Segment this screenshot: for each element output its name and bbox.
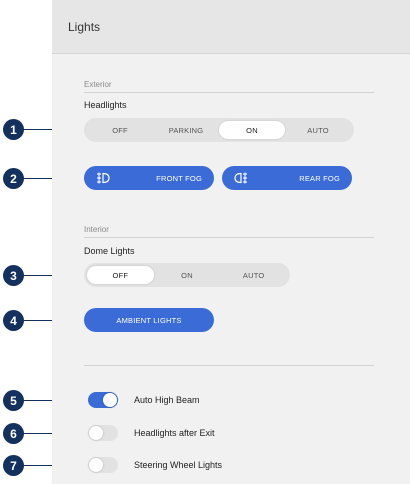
auto-high-beam-label: Auto High Beam: [134, 395, 200, 405]
front-fog-label: FRONT FOG: [156, 174, 202, 183]
headlights-after-exit-label: Headlights after Exit: [134, 428, 215, 438]
headlights-option-on[interactable]: ON: [219, 121, 285, 139]
auto-high-beam-toggle[interactable]: [88, 392, 118, 408]
divider: [84, 92, 374, 93]
callout-badge-3: 3: [3, 265, 24, 286]
rear-fog-button[interactable]: REAR FOG: [222, 166, 352, 190]
ambient-lights-label: AMBIENT LIGHTS: [116, 315, 182, 325]
toggle-knob: [89, 426, 103, 440]
front-fog-button[interactable]: FRONT FOG: [84, 166, 214, 190]
lights-settings-panel: Lights Exterior Headlights OFF PARKING O…: [52, 0, 410, 484]
rear-fog-icon: [234, 172, 247, 184]
divider: [84, 365, 374, 366]
headlights-option-parking[interactable]: PARKING: [153, 121, 219, 139]
callout-badge-5: 5: [3, 390, 24, 411]
headlights-option-off[interactable]: OFF: [87, 121, 153, 139]
page-title: Lights: [68, 20, 101, 34]
steering-wheel-lights-row: Steering Wheel Lights: [88, 455, 222, 475]
callout-badge-2: 2: [3, 168, 24, 189]
dome-lights-title: Dome Lights: [84, 246, 135, 256]
callout-badge-6: 6: [3, 423, 24, 444]
divider: [84, 237, 374, 238]
callout-badge-1: 1: [3, 119, 24, 140]
dome-lights-mode-selector: OFF ON AUTO: [84, 263, 290, 287]
section-label-interior: Interior: [84, 225, 109, 234]
headlights-title: Headlights: [84, 100, 127, 110]
headlights-mode-selector: OFF PARKING ON AUTO: [84, 118, 354, 142]
headlights-after-exit-toggle[interactable]: [88, 425, 118, 441]
panel-header: Lights: [52, 0, 410, 54]
front-fog-icon: [97, 172, 110, 184]
steering-wheel-lights-toggle[interactable]: [88, 457, 118, 473]
ambient-lights-button[interactable]: AMBIENT LIGHTS: [84, 308, 214, 332]
section-label-exterior: Exterior: [84, 80, 112, 89]
callout-badge-7: 7: [3, 455, 24, 476]
dome-lights-option-on[interactable]: ON: [154, 266, 221, 284]
dome-lights-option-off[interactable]: OFF: [87, 266, 154, 284]
headlights-after-exit-row: Headlights after Exit: [88, 423, 215, 443]
callout-badge-4: 4: [3, 310, 24, 331]
rear-fog-label: REAR FOG: [299, 174, 340, 183]
toggle-knob: [89, 458, 103, 472]
auto-high-beam-row: Auto High Beam: [88, 390, 200, 410]
dome-lights-option-auto[interactable]: AUTO: [220, 266, 287, 284]
headlights-option-auto[interactable]: AUTO: [285, 121, 351, 139]
toggle-knob: [103, 393, 117, 407]
steering-wheel-lights-label: Steering Wheel Lights: [134, 460, 223, 470]
